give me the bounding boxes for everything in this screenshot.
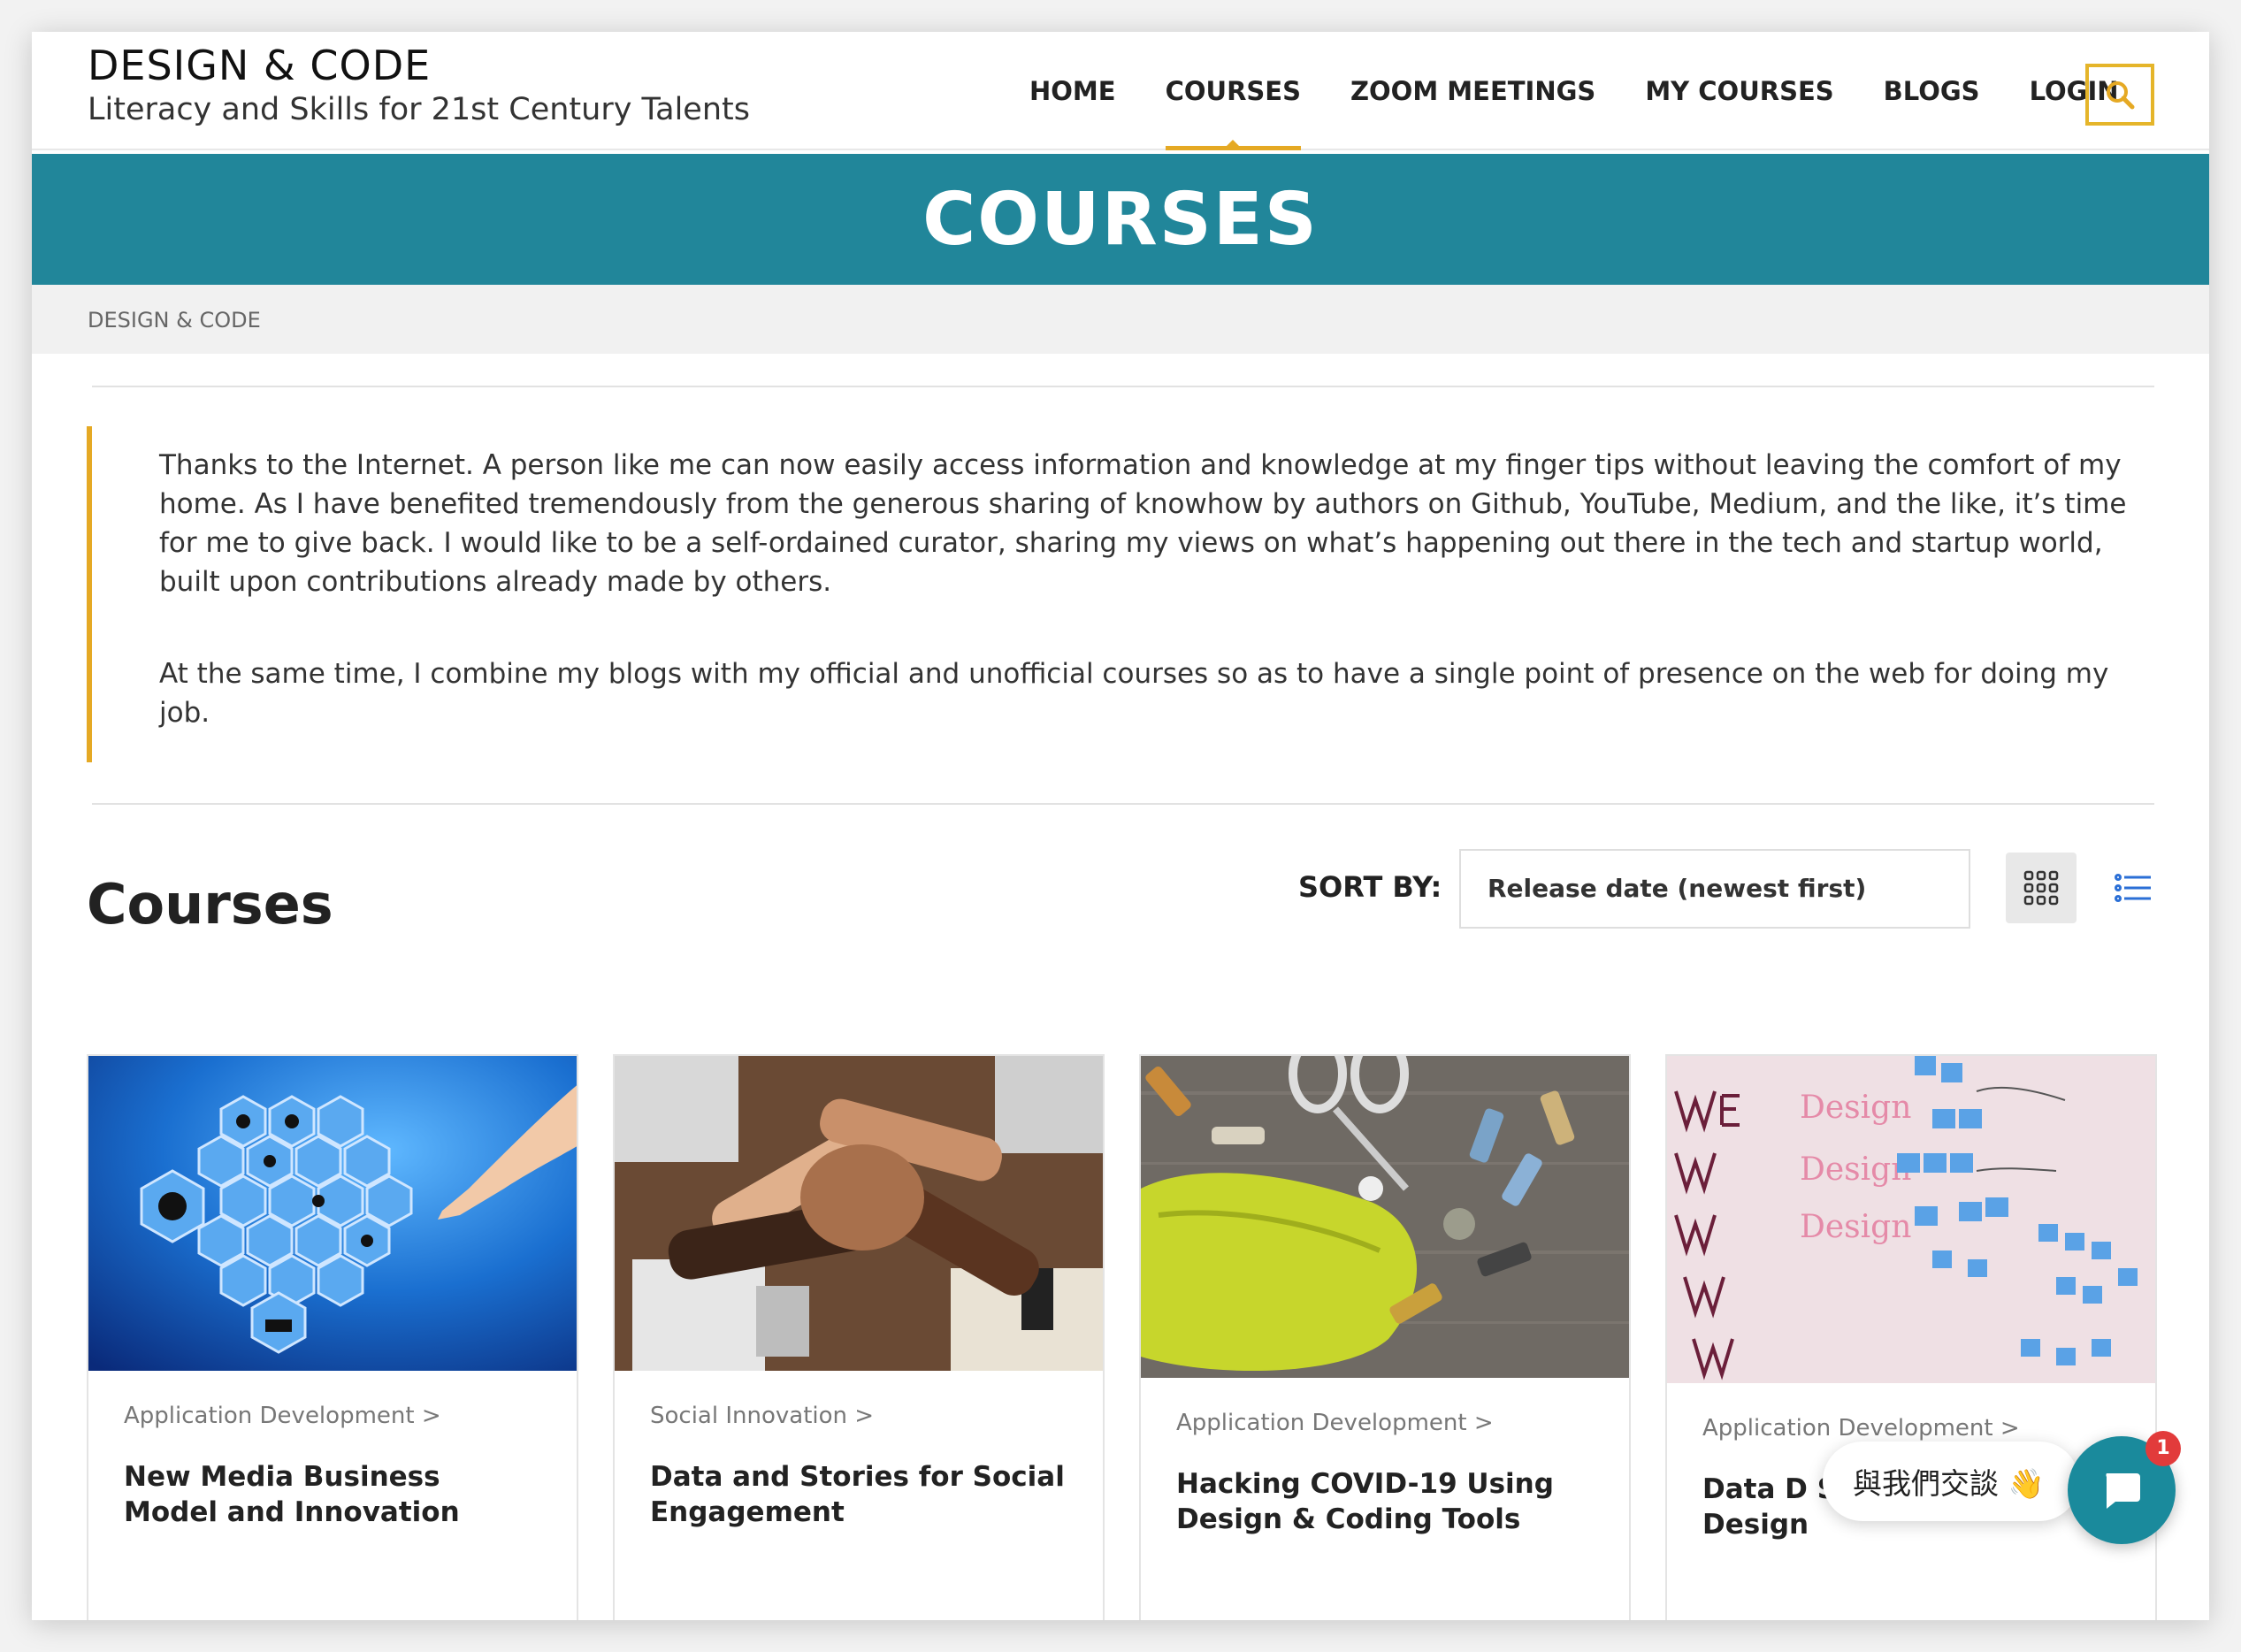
- intro-quote: Thanks to the Internet. A person like me…: [87, 426, 2138, 762]
- card-title[interactable]: Hacking COVID-19 Using Design & Coding T…: [1176, 1466, 1594, 1537]
- courses-heading: Courses: [87, 872, 333, 937]
- card-body: Social Innovation > Data and Stories for…: [615, 1371, 1103, 1530]
- card-title[interactable]: Data and Stories for Social Engagement: [650, 1459, 1067, 1530]
- course-image-whiteboard[interactable]: Design Design Design: [1667, 1056, 2155, 1383]
- nav-home[interactable]: HOME: [1005, 32, 1141, 150]
- search-button[interactable]: [2085, 64, 2154, 126]
- page-title: COURSES: [922, 177, 1319, 262]
- card-body: Application Development > New Media Busi…: [88, 1371, 577, 1530]
- course-card[interactable]: Design Design Design Application Develop…: [1665, 1054, 2157, 1620]
- breadcrumb[interactable]: DESIGN & CODE: [88, 308, 261, 333]
- card-title[interactable]: New Media Business Model and Innovation: [124, 1459, 541, 1530]
- list-view-icon: [2115, 874, 2151, 902]
- course-image-hands[interactable]: [615, 1056, 1103, 1371]
- intro-paragraph-1: Thanks to the Internet. A person like me…: [159, 449, 2127, 598]
- card-category[interactable]: Application Development >: [1702, 1415, 2120, 1442]
- nav-my-courses[interactable]: MY COURSES: [1620, 32, 1858, 150]
- brand-title: DESIGN & CODE: [88, 42, 432, 89]
- nav-blogs[interactable]: BLOGS: [1859, 32, 2005, 150]
- nav-zoom-meetings[interactable]: ZOOM MEETINGS: [1326, 32, 1620, 150]
- grid-view-icon: [2023, 870, 2059, 906]
- chat-prompt-text: 與我們交談 👋: [1853, 1466, 2045, 1501]
- sort-select[interactable]: Release date (newest first): [1459, 849, 1970, 929]
- site-header: DESIGN & CODE Literacy and Skills for 21…: [32, 32, 2209, 150]
- sort-label: SORT BY:: [1298, 870, 1442, 904]
- course-image-sewing[interactable]: [1141, 1056, 1629, 1378]
- svg-text:Design: Design: [1800, 1151, 1911, 1188]
- divider: [92, 803, 2154, 805]
- brand-subtitle: Literacy and Skills for 21st Century Tal…: [88, 92, 750, 127]
- course-card[interactable]: Social Innovation > Data and Stories for…: [613, 1054, 1105, 1620]
- course-card[interactable]: Application Development > New Media Busi…: [87, 1054, 578, 1620]
- search-icon: [2107, 81, 2135, 110]
- card-category[interactable]: Application Development >: [124, 1403, 541, 1429]
- grid-view-button[interactable]: [2006, 853, 2077, 923]
- page-banner: COURSES: [32, 154, 2209, 285]
- chat-icon: [2106, 1473, 2140, 1509]
- browser-window: DESIGN & CODE Literacy and Skills for 21…: [32, 32, 2209, 1620]
- site-brand[interactable]: DESIGN & CODE Literacy and Skills for 21…: [88, 41, 750, 129]
- list-view-button[interactable]: [2098, 853, 2168, 923]
- intro-paragraph-2: At the same time, I combine my blogs wit…: [159, 658, 2109, 729]
- card-body: Application Development > Hacking COVID-…: [1141, 1378, 1629, 1537]
- card-category[interactable]: Social Innovation >: [650, 1403, 1067, 1429]
- main-nav: HOME COURSES ZOOM MEETINGS MY COURSES BL…: [1005, 32, 2144, 150]
- nav-courses[interactable]: COURSES: [1141, 32, 1326, 150]
- course-image-industry[interactable]: [88, 1056, 577, 1371]
- chat-prompt-bubble[interactable]: 與我們交談 👋: [1823, 1442, 2079, 1521]
- card-category[interactable]: Application Development >: [1176, 1410, 1594, 1436]
- svg-text:Design: Design: [1800, 1090, 1911, 1126]
- svg-text:Design: Design: [1800, 1209, 1911, 1245]
- chat-unread-badge: 1: [2145, 1431, 2181, 1466]
- breadcrumb-bar: DESIGN & CODE: [32, 285, 2209, 354]
- course-card[interactable]: Application Development > Hacking COVID-…: [1139, 1054, 1631, 1620]
- divider: [92, 386, 2154, 387]
